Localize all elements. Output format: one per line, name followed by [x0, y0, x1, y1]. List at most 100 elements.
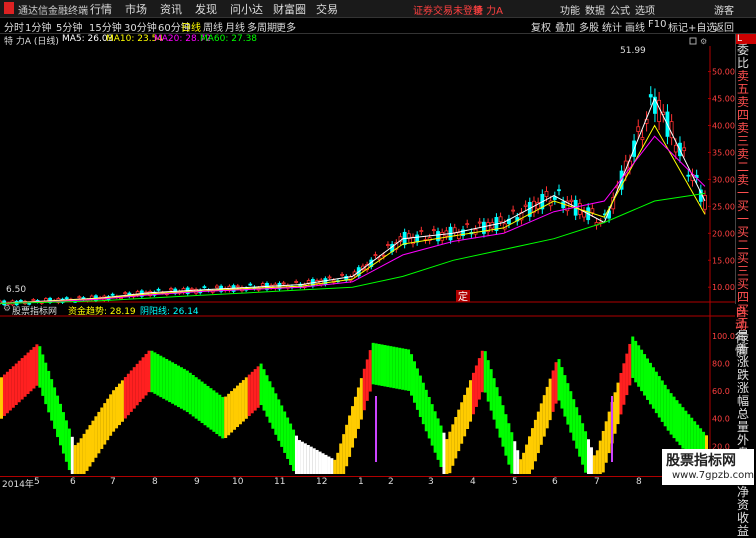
indicator-bar	[106, 398, 110, 441]
date-label: 3	[428, 477, 434, 487]
indicator-bar	[259, 363, 263, 406]
candle-body	[686, 174, 691, 177]
indicator-bar	[480, 350, 484, 393]
indicator-bar	[315, 449, 319, 474]
indicator-bar	[477, 358, 481, 400]
indicator-bar	[44, 362, 48, 405]
indicator-bar	[203, 383, 207, 426]
indicator-bar	[439, 425, 443, 468]
indicator-bar	[492, 378, 496, 420]
indicator-tick-label: 80.0	[712, 359, 730, 368]
indicator-bar	[566, 383, 570, 425]
square-icon[interactable]	[689, 37, 697, 45]
indicator-bar	[309, 446, 313, 474]
candle-body	[465, 223, 470, 226]
auto-toggle[interactable]: 自动	[735, 306, 756, 332]
indicator-bar	[353, 396, 357, 439]
indicator-bar	[383, 345, 387, 387]
indicator-bar	[539, 403, 543, 445]
quote-label-weibi: 委比	[737, 43, 750, 70]
indicator-bar	[14, 363, 18, 405]
indicator-bar	[268, 381, 272, 423]
indicator-bar	[448, 431, 452, 474]
date-label: 1	[358, 477, 364, 487]
chart-canvas[interactable]: 50.00 45.00 40.00 35.00 30.00 25.00 20.00 15.00…	[0, 0, 735, 476]
indicator-bar	[271, 387, 275, 429]
candle-body	[673, 144, 678, 153]
candle-body	[119, 297, 123, 300]
indicator-bar	[283, 411, 287, 453]
indicator-bar	[179, 367, 183, 409]
indicator-bar	[634, 340, 638, 383]
quote-label-sell2: 卖二	[737, 147, 750, 174]
candle-body	[123, 292, 128, 295]
indicator-bar	[76, 442, 80, 474]
indicator-bar	[454, 416, 458, 459]
indicator-tick-label: 40.0	[712, 415, 730, 424]
candle-body	[306, 280, 311, 284]
indicator-bar	[631, 336, 635, 378]
quote-label-sell4: 卖四	[737, 95, 750, 122]
indicator-name[interactable]: 股票指标网	[12, 304, 57, 317]
indicator-bar	[2, 374, 6, 416]
candle-body	[294, 281, 299, 283]
indicator-bar	[85, 429, 89, 471]
candle-body	[77, 296, 82, 299]
date-label: 10	[232, 477, 244, 487]
indicator-bar	[684, 410, 688, 453]
indicator-bar	[584, 431, 588, 473]
indicator-bar	[657, 376, 661, 418]
indicator-bar	[607, 411, 611, 454]
candle-body	[498, 216, 503, 223]
indicator-bar	[212, 390, 216, 432]
indicator-bar	[421, 382, 425, 425]
indicator-bar	[351, 406, 355, 448]
indicator-bar	[286, 417, 290, 459]
indicator-bar	[23, 355, 27, 397]
indicator-bar	[551, 370, 555, 412]
candle-body	[452, 227, 457, 234]
indicator-bar	[330, 458, 334, 474]
indicator-bar	[233, 388, 237, 430]
candle-body	[552, 196, 557, 200]
indicator-bar	[672, 396, 676, 439]
indicator-bar	[495, 387, 499, 429]
candle-body	[657, 99, 662, 123]
indicator-bar	[324, 454, 328, 474]
indicator-bar	[227, 393, 231, 436]
indicator-bar	[159, 355, 163, 398]
candle-body	[373, 254, 378, 257]
window-controls[interactable]: ⚙	[689, 37, 707, 46]
indicator-bar	[410, 354, 414, 396]
indicator-bar	[575, 407, 579, 449]
indicator-bar	[528, 436, 532, 474]
indicator-bar	[474, 365, 478, 407]
quote-toggle[interactable]: 行情	[735, 332, 756, 358]
indicator-bar	[412, 361, 416, 403]
candle-body	[327, 276, 332, 279]
watermark-title: 股票指标网	[666, 453, 736, 469]
candle-body	[169, 288, 173, 291]
settings-icon[interactable]: ⚙	[700, 37, 707, 46]
watermark-url: www.7gpzb.com	[672, 470, 754, 481]
date-label: 4	[470, 477, 476, 487]
indicator-bar	[542, 395, 546, 437]
quote-label-buy4: 买四	[737, 277, 750, 304]
indicator-settings-icon[interactable]: ⚙	[3, 304, 11, 314]
candle-body	[511, 209, 516, 212]
price-tick-label: 45.00	[712, 95, 735, 104]
indicator-bar	[289, 423, 293, 466]
indicator-bar	[415, 368, 419, 410]
candle-body	[561, 201, 566, 209]
candle-body	[590, 208, 595, 213]
indicator-bar	[589, 447, 593, 474]
indicator-bar	[117, 383, 121, 426]
candle-body	[31, 299, 36, 301]
indicator-bar	[504, 414, 508, 456]
indicator-bar	[53, 387, 57, 429]
indicator-bar	[430, 404, 434, 446]
indicator-bar	[218, 394, 222, 437]
indicator-bar	[165, 359, 169, 401]
indicator-bar	[587, 439, 591, 474]
indicator-bar	[64, 420, 68, 462]
